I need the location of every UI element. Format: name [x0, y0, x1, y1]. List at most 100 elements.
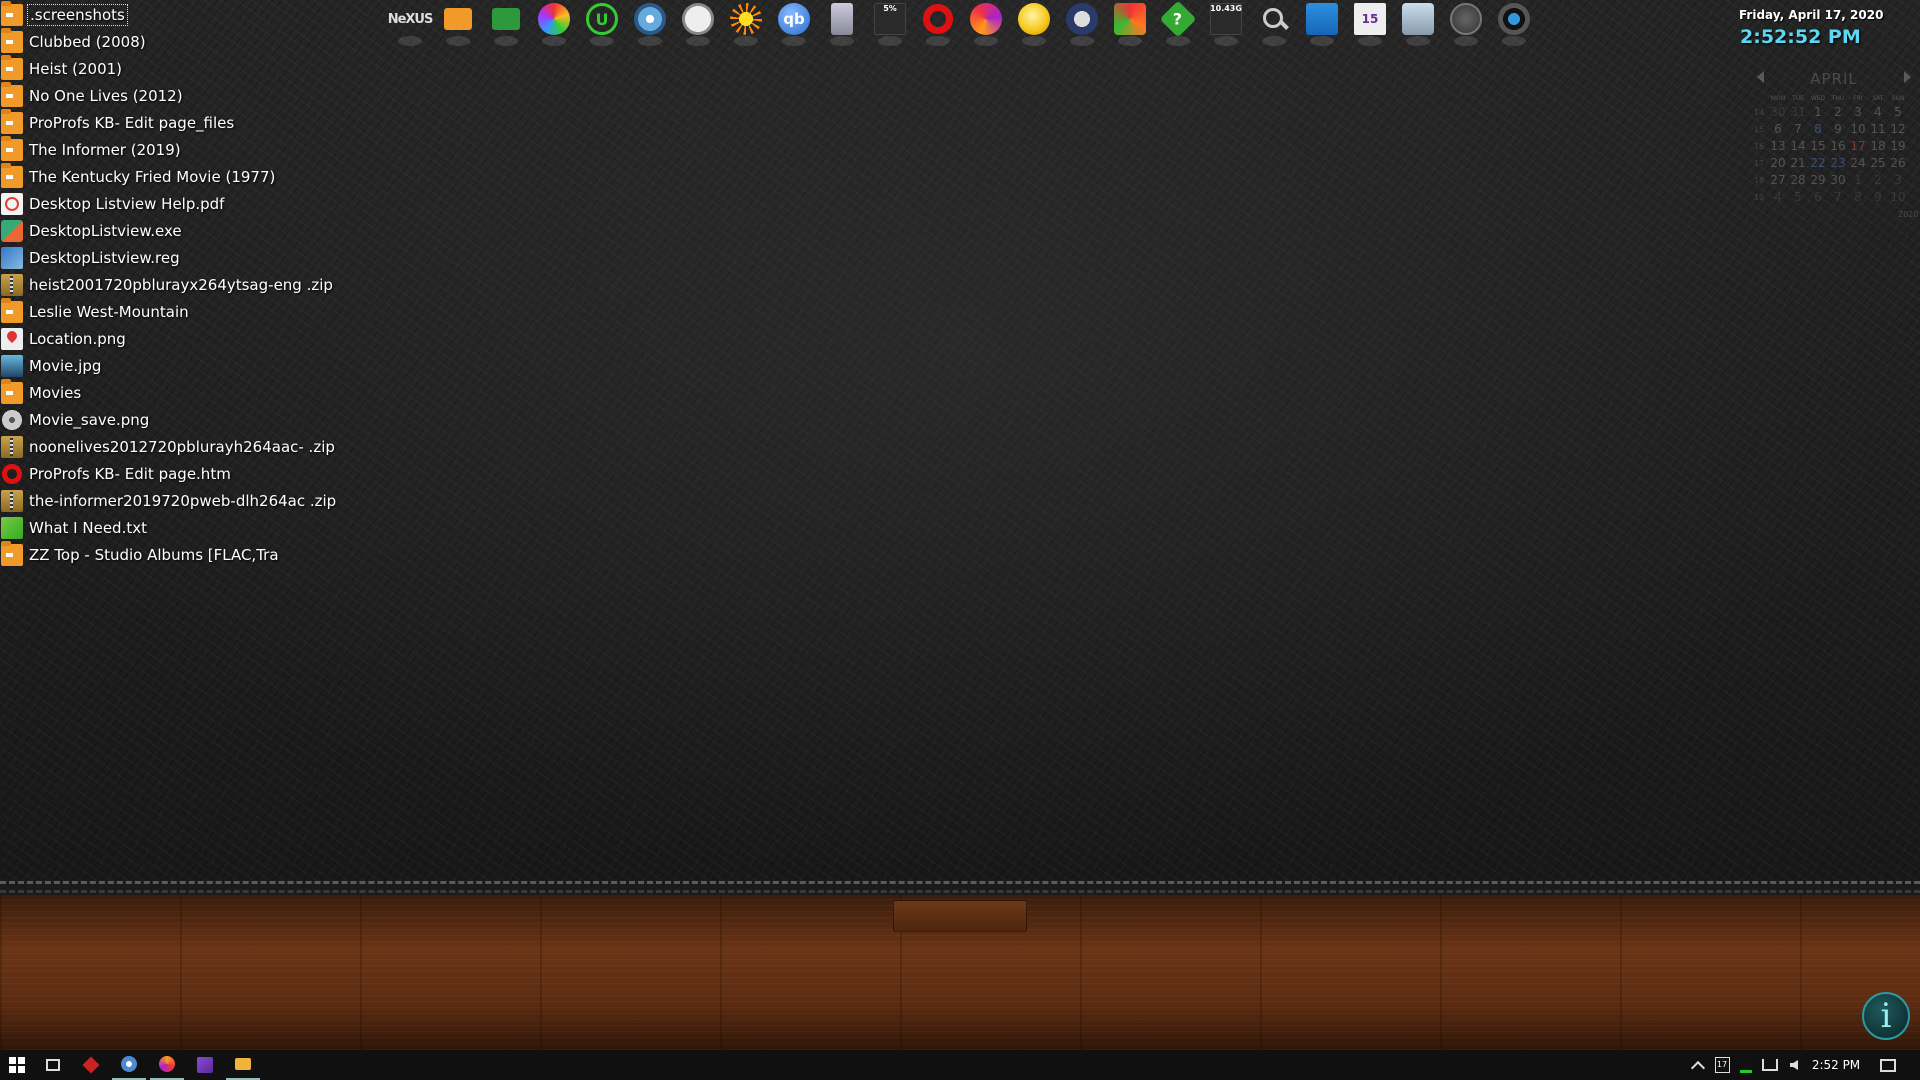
dock-item[interactable]	[818, 0, 866, 48]
calendar-day[interactable]: 4	[1868, 104, 1888, 121]
desktop-item[interactable]: Desktop Listview Help.pdf	[0, 190, 338, 217]
calendar-day[interactable]: 6	[1768, 121, 1788, 138]
calendar-day[interactable]: 5	[1888, 104, 1908, 121]
calendar-day[interactable]: 1	[1808, 104, 1828, 121]
desktop-item[interactable]: DesktopListview.exe	[0, 217, 338, 244]
calendar-day[interactable]: 14	[1788, 138, 1808, 155]
calendar-day[interactable]: 26	[1888, 155, 1908, 172]
dock-item[interactable]: qb	[770, 0, 818, 48]
taskbar-app-firefox[interactable]	[150, 1050, 184, 1080]
calendar-next-arrow-icon[interactable]	[1904, 71, 1911, 83]
calendar-day[interactable]: 10	[1848, 121, 1868, 138]
desktop-item[interactable]: What I Need.txt	[0, 514, 338, 541]
dock-item[interactable]	[530, 0, 578, 48]
calendar-day[interactable]: 6	[1808, 189, 1828, 206]
calendar-day[interactable]: 31	[1788, 104, 1808, 121]
dock-item[interactable]: U	[578, 0, 626, 48]
calendar-day[interactable]: 2	[1868, 172, 1888, 189]
desktop-item[interactable]: .screenshots	[0, 0, 338, 28]
calendar-day[interactable]: 9	[1868, 189, 1888, 206]
dock-item[interactable]	[1298, 0, 1346, 48]
tray-calendar-icon[interactable]: 17	[1712, 1050, 1732, 1080]
desktop-item[interactable]: DesktopListview.reg	[0, 244, 338, 271]
desktop-item[interactable]: Movies	[0, 378, 338, 406]
calendar-day[interactable]: 9	[1828, 121, 1848, 138]
calendar-day[interactable]: 8	[1848, 189, 1868, 206]
desktop-item[interactable]: The Informer (2019)	[0, 135, 338, 163]
calendar-day[interactable]: 4	[1768, 189, 1788, 206]
dock-item[interactable]	[1010, 0, 1058, 48]
dock-item[interactable]	[1106, 0, 1154, 48]
taskbar-app-file-explorer[interactable]	[226, 1050, 260, 1080]
calendar-day[interactable]: 30	[1828, 172, 1848, 189]
desktop-item[interactable]: No One Lives (2012)	[0, 81, 338, 109]
desktop-item[interactable]: Movie_save.png	[0, 406, 338, 433]
calendar-day[interactable]: 25	[1868, 155, 1888, 172]
calendar-day[interactable]: 7	[1828, 189, 1848, 206]
dock-item[interactable]	[674, 0, 722, 48]
dock-item[interactable]	[962, 0, 1010, 48]
volume-icon[interactable]	[1784, 1050, 1804, 1080]
dock-item[interactable]	[434, 0, 482, 48]
calendar-day[interactable]: 15	[1808, 138, 1828, 155]
dock-item[interactable]	[1394, 0, 1442, 48]
calendar-day[interactable]: 19	[1888, 138, 1908, 155]
calendar-day[interactable]: 2	[1828, 104, 1848, 121]
calendar-day[interactable]: 17	[1848, 138, 1868, 155]
desktop-item[interactable]: ProProfs KB- Edit page_files	[0, 108, 338, 136]
desktop-item[interactable]: The Kentucky Fried Movie (1977)	[0, 162, 338, 190]
calendar-day[interactable]: 27	[1768, 172, 1788, 189]
notification-center-icon[interactable]	[1874, 1050, 1902, 1080]
dock-item[interactable]: 15	[1346, 0, 1394, 48]
dock-item[interactable]	[914, 0, 962, 48]
dock-item[interactable]	[1058, 0, 1106, 48]
start-button[interactable]	[0, 1050, 34, 1080]
calendar-day[interactable]: 12	[1888, 121, 1908, 138]
dock-item[interactable]: 5%	[866, 0, 914, 48]
calendar-day[interactable]: 16	[1828, 138, 1848, 155]
calendar-day[interactable]: 1	[1848, 172, 1868, 189]
desktop-item[interactable]: noonelives2012720pblurayh264aac- .zip	[0, 433, 338, 460]
calendar-day[interactable]: 24	[1848, 155, 1868, 172]
info-button[interactable]: i	[1862, 992, 1910, 1040]
dock-item[interactable]	[482, 0, 530, 48]
calendar-day[interactable]: 3	[1848, 104, 1868, 121]
taskbar-app-disk[interactable]	[112, 1050, 146, 1080]
desktop-item[interactable]: ProProfs KB- Edit page.htm	[0, 460, 338, 487]
calendar-day[interactable]: 22	[1808, 155, 1828, 172]
desktop-item[interactable]: heist2001720pblurayx264ytsag-eng .zip	[0, 271, 338, 298]
taskbar-app-visual-studio[interactable]	[188, 1050, 222, 1080]
desktop-item[interactable]: Leslie West-Mountain	[0, 297, 338, 325]
calendar-day[interactable]: 3	[1888, 172, 1908, 189]
dock-item[interactable]	[1490, 0, 1538, 48]
calendar-day[interactable]: 20	[1768, 155, 1788, 172]
calendar-day[interactable]: 28	[1788, 172, 1808, 189]
calendar-day[interactable]: 29	[1808, 172, 1828, 189]
desktop-item[interactable]: ZZ Top - Studio Albums [FLAC,Tra	[0, 540, 338, 568]
tray-clock[interactable]: 2:52 PM	[1808, 1050, 1864, 1080]
tray-app-green-icon[interactable]	[1736, 1050, 1756, 1080]
tray-overflow-chevron-icon[interactable]	[1688, 1050, 1708, 1080]
dock-item[interactable]: ?	[1154, 0, 1202, 48]
taskbar-app-red[interactable]	[74, 1050, 108, 1080]
desktop-item[interactable]: Heist (2001)	[0, 54, 338, 82]
calendar-day[interactable]: 18	[1868, 138, 1888, 155]
calendar-day[interactable]: 11	[1868, 121, 1888, 138]
calendar-day[interactable]: 23	[1828, 155, 1848, 172]
dock-item[interactable]	[722, 0, 770, 48]
desktop-item[interactable]: Movie.jpg	[0, 352, 338, 379]
calendar-day[interactable]: 30	[1768, 104, 1788, 121]
desktop-item[interactable]: Location.png	[0, 325, 338, 352]
desktop-item[interactable]: Clubbed (2008)	[0, 27, 338, 55]
calendar-day[interactable]: 13	[1768, 138, 1788, 155]
dock-item[interactable]: 10.43G	[1202, 0, 1250, 48]
dock-item[interactable]	[1442, 0, 1490, 48]
dock-item[interactable]: NeXUS	[386, 0, 434, 48]
calendar-day[interactable]: 21	[1788, 155, 1808, 172]
calendar-day[interactable]: 5	[1788, 189, 1808, 206]
desktop-item[interactable]: the-informer2019720pweb-dlh264ac .zip	[0, 487, 338, 514]
dock-item[interactable]	[626, 0, 674, 48]
network-icon[interactable]	[1760, 1050, 1780, 1080]
task-view-button[interactable]	[36, 1050, 70, 1080]
calendar-day[interactable]: 10	[1888, 189, 1908, 206]
